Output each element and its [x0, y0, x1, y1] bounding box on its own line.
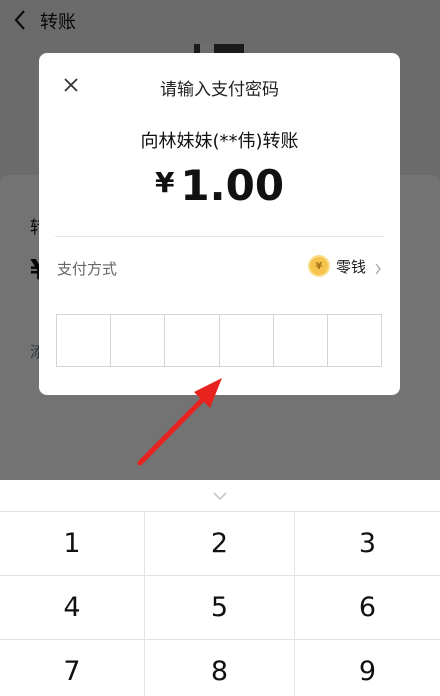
- password-digit-box: [111, 315, 166, 366]
- key-5[interactable]: 5: [145, 576, 295, 640]
- password-digit-box: [328, 315, 381, 366]
- payment-method-value: 零钱: [335, 257, 366, 276]
- key-9[interactable]: 9: [295, 640, 440, 696]
- key-1[interactable]: 1: [0, 512, 145, 576]
- payment-method-selector[interactable]: ¥ 零钱: [307, 255, 382, 277]
- divider: [55, 236, 384, 237]
- keypad: 1 2 3 4 5 6 7 8 9: [0, 511, 440, 696]
- numeric-keyboard: 1 2 3 4 5 6 7 8 9: [0, 480, 440, 696]
- close-button[interactable]: [59, 73, 83, 97]
- amount-value: 1.00: [180, 161, 285, 210]
- payment-amount: ¥1.00: [39, 161, 400, 210]
- password-digit-box: [57, 315, 112, 366]
- key-6[interactable]: 6: [295, 576, 440, 640]
- key-7[interactable]: 7: [0, 640, 145, 696]
- chevron-down-icon: [213, 492, 227, 501]
- payment-password-dialog: 请输入支付密码 向林妹妹(**伟)转账 ¥1.00 支付方式 ¥ 零钱: [39, 53, 400, 395]
- key-3[interactable]: 3: [295, 512, 440, 576]
- dialog-title: 请输入支付密码: [160, 80, 279, 100]
- password-digit-box: [274, 315, 328, 366]
- hide-keyboard-button[interactable]: [206, 486, 234, 506]
- password-digit-box: [220, 315, 274, 366]
- close-icon: [64, 78, 78, 92]
- key-4[interactable]: 4: [0, 576, 145, 640]
- password-digit-box: [165, 315, 220, 366]
- currency-symbol: ¥: [154, 166, 175, 199]
- password-input[interactable]: [56, 314, 382, 367]
- payment-method-label: 支付方式: [57, 260, 118, 278]
- key-2[interactable]: 2: [145, 512, 295, 576]
- key-8[interactable]: 8: [145, 640, 295, 696]
- coin-icon: ¥: [307, 255, 330, 277]
- chevron-right-icon: [374, 260, 382, 275]
- payee-text: 向林妹妹(**伟)转账: [140, 131, 299, 152]
